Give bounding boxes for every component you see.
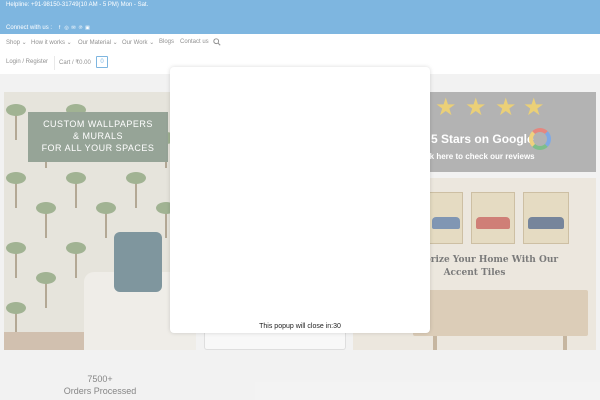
popup-countdown-text: This popup will close in:30 bbox=[259, 323, 341, 330]
popup-dialog[interactable]: This popup will close in:30 bbox=[170, 67, 430, 333]
